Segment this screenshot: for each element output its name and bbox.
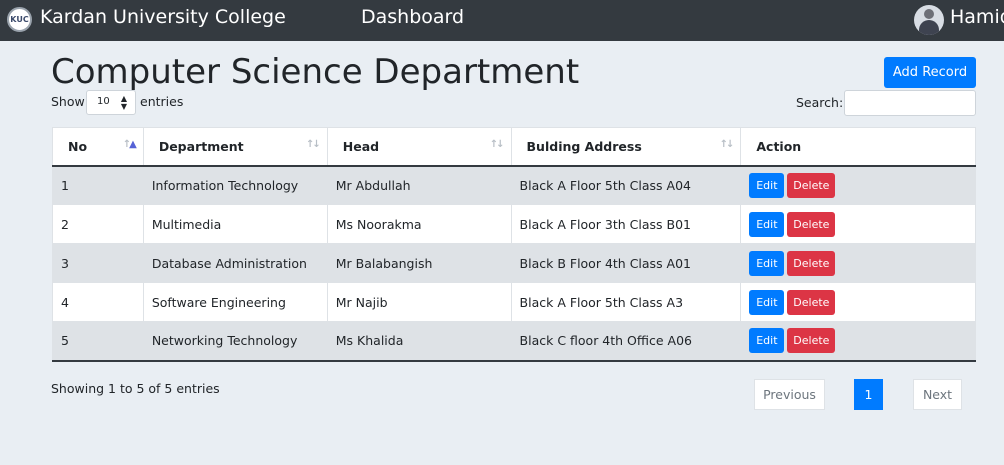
delete-button[interactable]: Delete: [787, 328, 836, 354]
cell-action: Edit Delete: [740, 204, 976, 244]
sort-icon: ↑↓: [489, 139, 505, 150]
table-row: 1 Information Technology Mr Abdullah Bla…: [52, 165, 976, 205]
cell-head: Ms Noorakma: [327, 204, 512, 244]
cell-no: 1: [52, 165, 144, 205]
column-header-head[interactable]: Head ↑↓: [327, 127, 512, 167]
select-caret-icon: ▲ ▼: [120, 94, 127, 111]
sort-icon: ↑↓: [719, 139, 735, 150]
cell-department: Database Administration: [143, 243, 328, 283]
sort-icon: ↑↓: [306, 139, 321, 150]
department-table: No ↑▲ Department ↑↓ Head ↑↓ Bulding Address…: [52, 127, 976, 362]
show-label: Show: [51, 94, 85, 109]
cell-address: Black C floor 4th Office A06: [511, 321, 742, 362]
cell-head: Mr Abdullah: [327, 165, 512, 205]
pagination-page-1[interactable]: 1: [854, 379, 883, 410]
edit-button[interactable]: Edit: [749, 211, 785, 237]
edit-button[interactable]: Edit: [749, 172, 785, 198]
cell-head: Mr Balabangish: [327, 243, 512, 283]
pagination-previous-button[interactable]: Previous: [754, 379, 825, 410]
user-name[interactable]: Hamid: [950, 6, 1004, 28]
column-header-address[interactable]: Bulding Address ↑↓: [511, 127, 742, 167]
edit-button[interactable]: Edit: [749, 328, 785, 354]
brand-name[interactable]: Kardan University College: [40, 6, 286, 28]
column-header-no[interactable]: No ↑▲: [52, 127, 144, 167]
delete-button[interactable]: Delete: [787, 250, 836, 276]
top-navbar: KUC Kardan University College Dashboard …: [0, 0, 1004, 41]
cell-head: Mr Najib: [327, 282, 512, 322]
delete-button[interactable]: Delete: [787, 211, 836, 237]
cell-action: Edit Delete: [740, 243, 976, 283]
edit-button[interactable]: Edit: [749, 250, 785, 276]
column-header-department[interactable]: Department ↑↓: [143, 127, 328, 167]
cell-department: Multimedia: [143, 204, 328, 244]
table-info: Showing 1 to 5 of 5 entries: [51, 381, 220, 396]
cell-department: Software Engineering: [143, 282, 328, 322]
cell-head: Ms Khalida: [327, 321, 512, 362]
entries-label: entries: [140, 94, 184, 109]
cell-no: 2: [52, 204, 144, 244]
university-logo-icon[interactable]: KUC: [7, 7, 32, 32]
cell-action: Edit Delete: [740, 165, 976, 205]
cell-address: Black A Floor 5th Class A3: [511, 282, 742, 322]
edit-button[interactable]: Edit: [749, 289, 785, 315]
table-row: 2 Multimedia Ms Noorakma Black A Floor 3…: [52, 204, 976, 244]
nav-dashboard-link[interactable]: Dashboard: [361, 6, 464, 28]
cell-action: Edit Delete: [740, 282, 976, 322]
add-record-button[interactable]: Add Record: [884, 57, 976, 88]
delete-button[interactable]: Delete: [787, 172, 836, 198]
search-input[interactable]: [844, 90, 976, 116]
cell-department: Networking Technology: [143, 321, 328, 362]
cell-no: 3: [52, 243, 144, 283]
cell-department: Information Technology: [143, 165, 328, 205]
table-row: 5 Networking Technology Ms Khalida Black…: [52, 321, 976, 362]
delete-button[interactable]: Delete: [787, 289, 836, 315]
column-header-action: Action: [740, 127, 976, 167]
table-row: 4 Software Engineering Mr Najib Black A …: [52, 282, 976, 322]
page-length-value: 10: [97, 96, 110, 107]
page-length-select[interactable]: 10 ▲ ▼: [86, 90, 136, 115]
user-avatar[interactable]: [914, 5, 944, 35]
cell-no: 5: [52, 321, 144, 362]
cell-address: Black B Floor 4th Class A01: [511, 243, 742, 283]
cell-address: Black A Floor 3th Class B01: [511, 204, 742, 244]
cell-address: Black A Floor 5th Class A04: [511, 165, 742, 205]
cell-no: 4: [52, 282, 144, 322]
cell-action: Edit Delete: [740, 321, 976, 362]
table-row: 3 Database Administration Mr Balabangish…: [52, 243, 976, 283]
pagination-next-button[interactable]: Next: [913, 379, 962, 410]
search-label: Search:: [796, 95, 844, 110]
sort-asc-icon: ↑▲: [122, 139, 137, 150]
page-title: Computer Science Department: [51, 52, 580, 92]
